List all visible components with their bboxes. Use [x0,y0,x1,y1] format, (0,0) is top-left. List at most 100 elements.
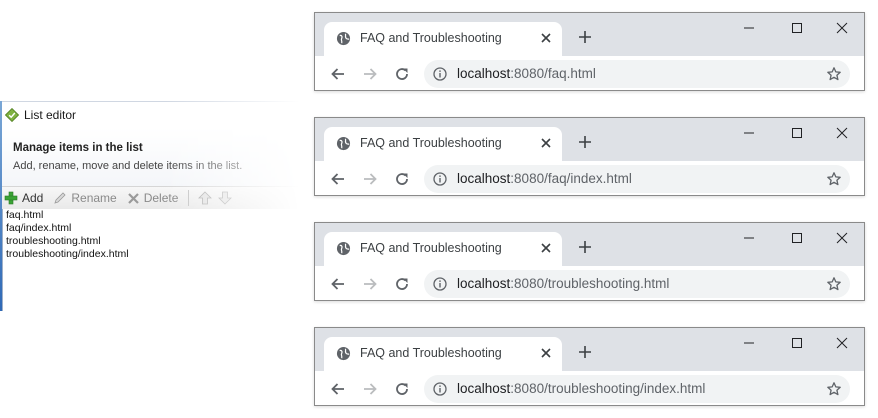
url-text: localhost:8080/troubleshooting.html [457,276,669,291]
minimize-button[interactable] [741,230,757,246]
move-up-button[interactable] [195,188,215,208]
browser-window: FAQ and Troubleshooting [314,117,865,196]
back-button[interactable] [329,380,347,398]
tab-close-button[interactable] [538,240,554,256]
dialog-header: Manage items in the list Add, rename, mo… [2,128,300,186]
arrow-up-icon [198,191,213,205]
maximize-button[interactable] [789,335,805,351]
address-bar[interactable]: localhost:8080/troubleshooting/index.htm… [424,375,850,403]
minimize-button[interactable] [741,125,757,141]
reload-button[interactable] [393,380,411,398]
list-toolbar: Add Rename Delete [2,186,300,210]
new-tab-button[interactable] [577,134,593,150]
arrow-left-icon [331,68,344,80]
rename-button[interactable]: Rename [51,188,118,208]
plus-icon [4,191,18,205]
browser-tab[interactable]: FAQ and Troubleshooting [324,337,562,371]
globe-icon [336,241,351,256]
tab-close-button[interactable] [538,345,554,361]
forward-button[interactable] [361,65,379,83]
info-icon[interactable] [433,382,447,396]
list-item[interactable]: faq.html [3,209,300,222]
minimize-icon [744,342,754,344]
address-bar[interactable]: localhost:8080/faq/index.html [424,165,850,193]
maximize-button[interactable] [789,20,805,36]
maximize-icon [792,23,802,33]
arrow-down-icon [218,191,233,205]
tab-close-button[interactable] [538,135,554,151]
add-button-label: Add [22,191,44,205]
star-icon[interactable] [826,276,842,292]
list-item[interactable]: faq/index.html [3,222,300,235]
new-tab-button[interactable] [577,344,593,360]
browser-tab[interactable]: FAQ and Troubleshooting [324,127,562,161]
browser-window: FAQ and Troubleshooting [314,12,865,91]
browser-window: FAQ and Troubleshooting [314,222,865,301]
new-tab-button[interactable] [577,239,593,255]
maximize-icon [792,128,802,138]
info-icon[interactable] [433,277,447,291]
move-down-button[interactable] [215,188,235,208]
tab-close-button[interactable] [538,30,554,46]
window-close-button[interactable] [834,230,850,246]
list-editor-dialog: List editor Manage items in the list Add… [0,101,300,311]
reload-button[interactable] [393,170,411,188]
reload-icon [396,173,408,185]
url-text: localhost:8080/faq.html [457,66,596,81]
info-icon[interactable] [433,67,447,81]
browser-tab[interactable]: FAQ and Troubleshooting [324,232,562,266]
list-item[interactable]: troubleshooting.html [3,235,300,248]
minimize-icon [744,237,754,239]
reload-button[interactable] [393,65,411,83]
arrow-right-icon [364,278,377,290]
arrow-right-icon [364,173,377,185]
address-bar[interactable]: localhost:8080/faq.html [424,60,850,88]
tab-strip: FAQ and Troubleshooting [315,223,864,266]
maximize-button[interactable] [789,230,805,246]
plus-icon [579,346,591,358]
plus-icon [579,136,591,148]
url-text: localhost:8080/troubleshooting/index.htm… [457,381,705,396]
add-button[interactable]: Add [2,188,45,208]
plus-icon [579,31,591,43]
browser-toolbar: localhost:8080/faq.html [315,56,864,90]
toolbar-separator [188,190,190,206]
window-close-button[interactable] [834,20,850,36]
maximize-icon [792,233,802,243]
minimize-button[interactable] [741,20,757,36]
forward-button[interactable] [361,170,379,188]
address-bar[interactable]: localhost:8080/troubleshooting.html [424,270,850,298]
dialog-titlebar[interactable]: List editor [2,101,300,128]
browser-toolbar: localhost:8080/troubleshooting.html [315,266,864,300]
back-button[interactable] [329,170,347,188]
star-icon[interactable] [826,381,842,397]
url-path: :8080/troubleshooting/index.html [510,381,706,396]
new-tab-button[interactable] [577,29,593,45]
window-close-button[interactable] [834,335,850,351]
close-icon [836,22,848,34]
url-path: :8080/faq.html [510,66,596,81]
back-button[interactable] [329,275,347,293]
star-icon[interactable] [826,66,842,82]
arrow-right-icon [364,383,377,395]
delete-button[interactable]: Delete [125,188,181,208]
window-close-button[interactable] [834,125,850,141]
tab-title: FAQ and Troubleshooting [360,346,502,360]
arrow-left-icon [331,173,344,185]
browser-tab[interactable]: FAQ and Troubleshooting [324,22,562,56]
reload-icon [396,278,408,290]
maximize-button[interactable] [789,125,805,141]
items-list[interactable]: faq.html faq/index.html troubleshooting.… [2,209,300,311]
back-button[interactable] [329,65,347,83]
url-host: localhost [457,381,511,396]
reload-button[interactable] [393,275,411,293]
rename-button-label: Rename [71,191,117,205]
forward-button[interactable] [361,275,379,293]
minimize-button[interactable] [741,335,757,351]
reload-icon [396,383,408,395]
delete-button-label: Delete [143,191,179,205]
star-icon[interactable] [826,171,842,187]
forward-button[interactable] [361,380,379,398]
list-item[interactable]: troubleshooting/index.html [3,248,300,261]
info-icon[interactable] [433,172,447,186]
